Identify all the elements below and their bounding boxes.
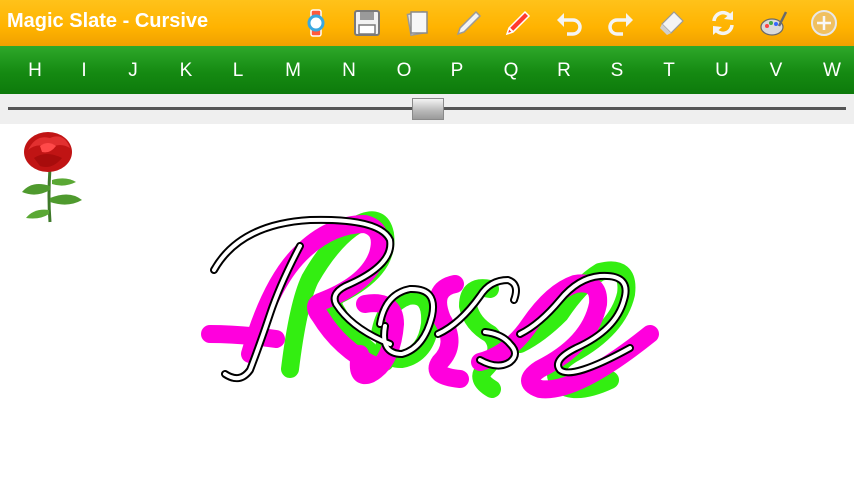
add-icon[interactable] [806,5,842,41]
watch-icon[interactable] [298,5,334,41]
letter-u[interactable]: U [707,60,737,82]
letter-l[interactable]: L [223,60,253,82]
eraser-icon[interactable] [654,5,690,41]
redo-icon[interactable] [603,5,639,41]
refresh-icon[interactable] [705,5,741,41]
undo-icon[interactable] [551,5,587,41]
slider-thumb[interactable] [412,98,444,120]
rose-word-drawing [201,211,659,399]
rose-image [22,132,82,223]
letter-o[interactable]: O [389,60,419,82]
letter-r[interactable]: R [549,60,579,82]
size-slider [0,94,854,124]
letter-p[interactable]: P [442,60,472,82]
letter-t[interactable]: T [654,60,684,82]
palette-icon[interactable] [756,5,792,41]
letter-q[interactable]: Q [496,60,526,82]
marker-icon[interactable] [500,5,536,41]
letter-j[interactable]: J [118,60,148,82]
letter-s[interactable]: S [602,60,632,82]
letter-bar: H I J K L M N O P Q R S T U V W [0,46,854,94]
letter-w[interactable]: W [817,60,847,82]
letter-n[interactable]: N [334,60,364,82]
pencil-icon[interactable] [451,5,487,41]
app-title: Magic Slate - Cursive [7,10,209,32]
letter-v[interactable]: V [761,60,791,82]
letter-h[interactable]: H [20,60,50,82]
letter-m[interactable]: M [278,60,308,82]
letter-k[interactable]: K [171,60,201,82]
top-toolbar: Magic Slate - Cursive [0,0,854,46]
letter-i[interactable]: I [69,60,99,82]
save-icon[interactable] [349,5,385,41]
drawing-canvas[interactable] [0,124,854,480]
page-icon[interactable] [399,5,435,41]
